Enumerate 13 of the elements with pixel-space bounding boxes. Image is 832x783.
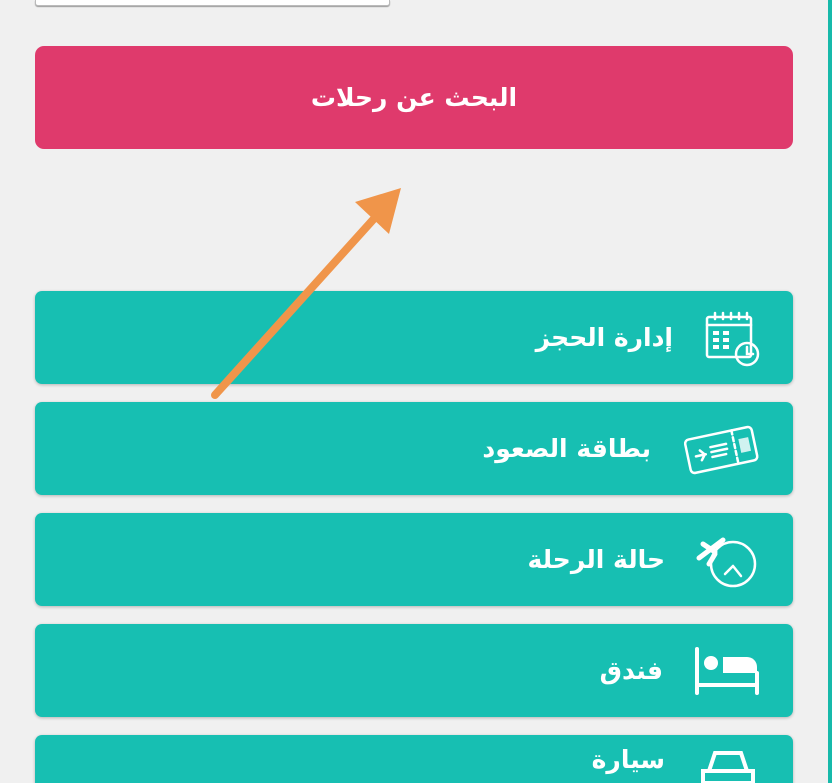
menu-item-label: بطاقة الصعود — [482, 434, 651, 463]
menu-item-label: فندق — [600, 656, 663, 685]
menu-item-label: سيارة — [592, 745, 665, 774]
menu-item[interactable]: إدارة الحجز — [35, 291, 793, 384]
bed-icon — [693, 646, 761, 694]
menu-item[interactable]: بطاقة الصعود — [35, 402, 793, 495]
search-flights-button[interactable]: البحث عن رحلات — [35, 46, 793, 149]
menu-item-label: حالة الرحلة — [527, 545, 665, 574]
menu-item[interactable]: حالة الرحلة — [35, 513, 793, 606]
menu-item[interactable]: سيارة — [35, 735, 793, 783]
menu-item[interactable]: فندق — [35, 624, 793, 717]
input-field[interactable] — [35, 0, 390, 6]
menu-item-label: إدارة الحجز — [536, 323, 673, 352]
